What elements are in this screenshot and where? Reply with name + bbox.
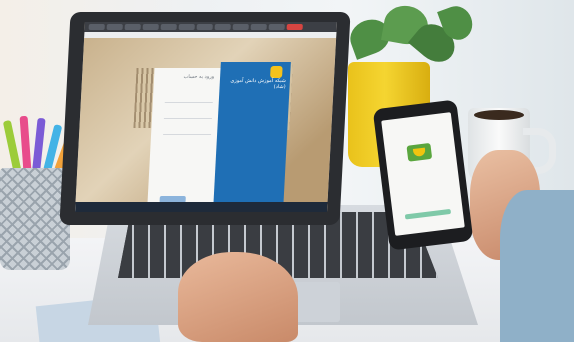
captcha-field — [163, 128, 212, 135]
browser-tab — [124, 24, 141, 30]
coffee — [474, 110, 524, 120]
browser-tab — [178, 24, 195, 30]
browser-tab — [196, 24, 213, 30]
laptop-screen: ورود به حساب شبکه آموزش دانش آموزی (شاد) — [75, 22, 337, 212]
sleeve — [500, 190, 574, 342]
form-heading: ورود به حساب — [183, 74, 215, 80]
browser-tab-bar — [84, 22, 337, 32]
phone-button — [404, 208, 452, 220]
shad-logo-icon — [270, 66, 283, 78]
username-field — [164, 96, 214, 103]
browser-tab — [88, 24, 105, 30]
browser-tab — [268, 24, 285, 30]
pencil-cup — [0, 168, 70, 270]
shad-app-logo-icon — [406, 142, 433, 162]
left-hand — [178, 252, 298, 342]
browser-tab — [142, 24, 159, 30]
phone-screen — [381, 112, 465, 236]
info-panel-title: شبکه آموزش دانش آموزی (شاد) — [230, 78, 287, 90]
browser-tab — [214, 24, 231, 30]
browser-tab — [160, 24, 177, 30]
browser-tab — [250, 24, 267, 30]
photo-scene: ورود به حساب شبکه آموزش دانش آموزی (شاد) — [0, 0, 574, 342]
browser-tab — [286, 24, 303, 30]
browser-tab — [106, 24, 123, 30]
windows-taskbar — [75, 202, 328, 212]
browser-tab — [232, 24, 249, 30]
password-field — [163, 112, 213, 119]
